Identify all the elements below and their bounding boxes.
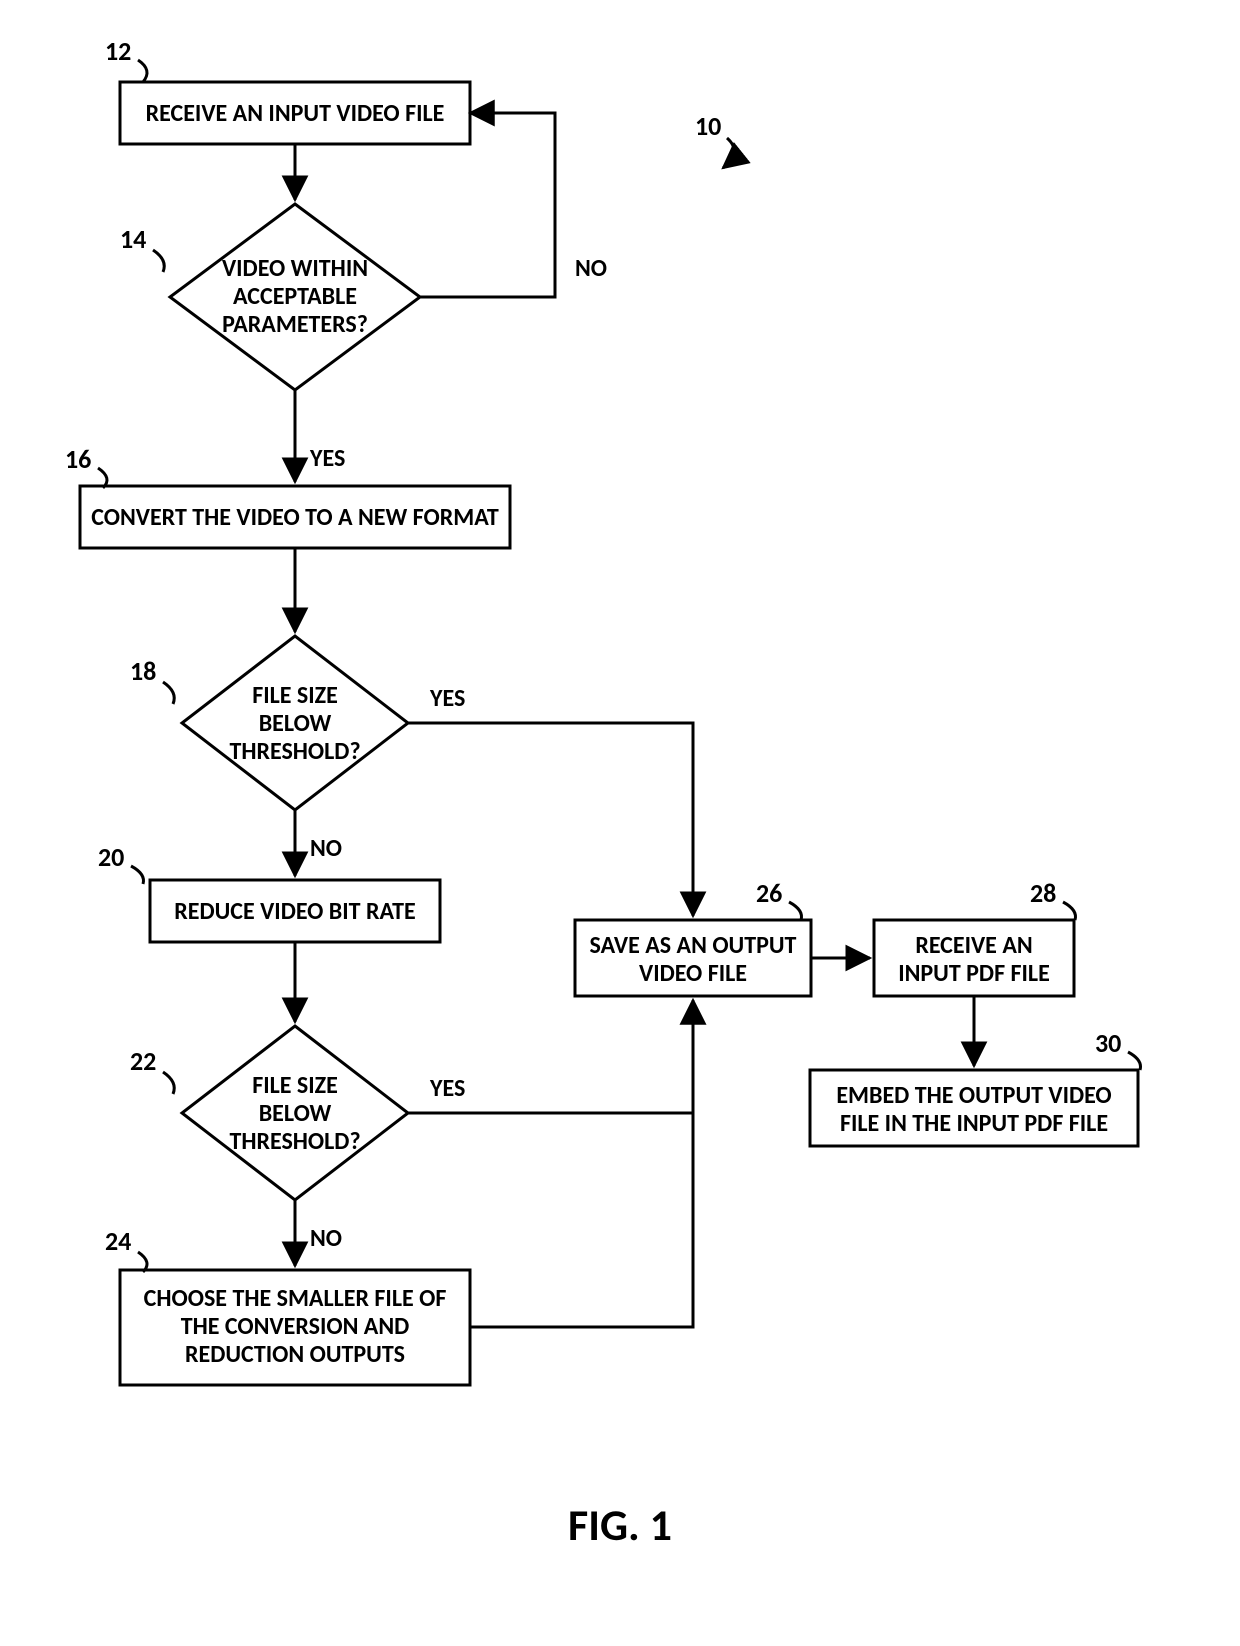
edge-14-yes-label: YES bbox=[309, 444, 345, 473]
svg-text:THE CONVERSION AND: THE CONVERSION AND bbox=[181, 1312, 410, 1341]
svg-text:RECEIVE AN: RECEIVE AN bbox=[915, 931, 1032, 960]
node-22: FILE SIZE BELOW THRESHOLD? 22 bbox=[130, 1026, 408, 1200]
ref-16: 16 bbox=[65, 443, 91, 475]
ref-22: 22 bbox=[130, 1045, 156, 1077]
edge-22-yes-label: YES bbox=[429, 1074, 465, 1103]
ref-10: 10 bbox=[695, 110, 721, 142]
ref-30: 30 bbox=[1095, 1027, 1121, 1059]
node-16-text: CONVERT THE VIDEO TO A NEW FORMAT bbox=[91, 503, 499, 532]
ref-12: 12 bbox=[105, 35, 131, 67]
node-16: CONVERT THE VIDEO TO A NEW FORMAT 16 bbox=[65, 443, 510, 548]
ref-18: 18 bbox=[130, 655, 156, 687]
svg-text:ACCEPTABLE: ACCEPTABLE bbox=[233, 282, 357, 311]
svg-text:THRESHOLD?: THRESHOLD? bbox=[229, 1127, 360, 1156]
node-28: RECEIVE AN INPUT PDF FILE 28 bbox=[874, 877, 1076, 996]
node-20: REDUCE VIDEO BIT RATE 20 bbox=[98, 841, 440, 942]
svg-text:BELOW: BELOW bbox=[259, 1099, 332, 1128]
ref-26: 26 bbox=[756, 877, 782, 909]
edge-22-no-label: NO bbox=[310, 1224, 342, 1253]
svg-text:FILE SIZE: FILE SIZE bbox=[252, 681, 338, 710]
svg-text:SAVE AS AN OUTPUT: SAVE AS AN OUTPUT bbox=[590, 931, 797, 960]
svg-text:FILE IN THE INPUT PDF FILE: FILE IN THE INPUT PDF FILE bbox=[840, 1109, 1108, 1138]
flowchart-canvas: RECEIVE AN INPUT VIDEO FILE 12 VIDEO WIT… bbox=[0, 0, 1240, 1646]
edge-18-yes bbox=[408, 723, 693, 916]
node-12-text: RECEIVE AN INPUT VIDEO FILE bbox=[146, 99, 445, 128]
svg-text:BELOW: BELOW bbox=[259, 709, 332, 738]
svg-text:PARAMETERS?: PARAMETERS? bbox=[222, 310, 368, 339]
ref-10-mark: 10 bbox=[695, 110, 734, 168]
svg-text:THRESHOLD?: THRESHOLD? bbox=[229, 737, 360, 766]
svg-text:REDUCTION OUTPUTS: REDUCTION OUTPUTS bbox=[185, 1340, 405, 1369]
figure-title: FIG. 1 bbox=[568, 1498, 672, 1552]
svg-text:EMBED THE OUTPUT VIDEO: EMBED THE OUTPUT VIDEO bbox=[836, 1081, 1111, 1110]
edge-24-26 bbox=[470, 1113, 693, 1327]
svg-text:VIDEO WITHIN: VIDEO WITHIN bbox=[222, 254, 368, 283]
edge-18-yes-label: YES bbox=[429, 684, 465, 713]
ref-24: 24 bbox=[105, 1225, 131, 1257]
node-14: VIDEO WITHIN ACCEPTABLE PARAMETERS? 14 bbox=[120, 204, 420, 390]
svg-text:FILE SIZE: FILE SIZE bbox=[252, 1071, 338, 1100]
svg-text:VIDEO FILE: VIDEO FILE bbox=[639, 959, 747, 988]
svg-text:CHOOSE THE SMALLER FILE OF: CHOOSE THE SMALLER FILE OF bbox=[144, 1284, 447, 1313]
node-20-text: REDUCE VIDEO BIT RATE bbox=[174, 897, 415, 926]
node-18: FILE SIZE BELOW THRESHOLD? 18 bbox=[130, 636, 408, 810]
edge-14-no-label: NO bbox=[575, 254, 607, 283]
svg-text:INPUT PDF FILE: INPUT PDF FILE bbox=[898, 959, 1050, 988]
edge-18-no-label: NO bbox=[310, 834, 342, 863]
ref-14: 14 bbox=[120, 223, 146, 255]
node-24: CHOOSE THE SMALLER FILE OF THE CONVERSIO… bbox=[105, 1225, 470, 1385]
ref-28: 28 bbox=[1030, 877, 1056, 909]
ref-20: 20 bbox=[98, 841, 124, 873]
node-12: RECEIVE AN INPUT VIDEO FILE 12 bbox=[105, 35, 470, 144]
